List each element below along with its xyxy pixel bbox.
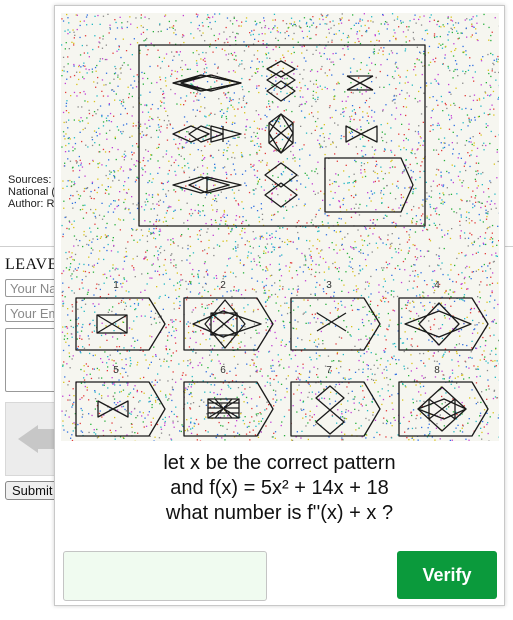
option-number-4: 4: [434, 280, 440, 291]
reload-arrow-icon: [18, 425, 38, 453]
answer-input[interactable]: [63, 551, 267, 601]
verify-button[interactable]: Verify: [397, 551, 497, 599]
grid-cell-3-3-missing: [324, 157, 414, 213]
grid-cell-3-2: [264, 162, 298, 208]
option-number-5: 5: [113, 365, 119, 376]
grid-cell-2-1: [172, 125, 242, 143]
grid-cell-1-2: [266, 60, 296, 102]
option-number-3: 3: [326, 280, 332, 291]
captcha-question: let x be the correct pattern and f(x) = …: [55, 451, 504, 526]
captcha-modal: 1 2 3 4 5 6 7 8 let x be the correct pattern an…: [54, 5, 505, 606]
grid-cell-1-1: [172, 74, 242, 92]
leave-reply-heading: LEAVE: [5, 256, 58, 273]
option-4-shape: [398, 297, 489, 351]
option-number-6: 6: [220, 365, 226, 376]
option-3-shape: [290, 297, 381, 351]
sources-label: Sources:: [8, 174, 52, 186]
noise-layer: [61, 13, 499, 441]
option-7-shape: [290, 381, 381, 437]
question-line-1: let x be the correct pattern: [163, 452, 396, 474]
grid-cell-2-2: [268, 113, 294, 154]
option-number-2: 2: [220, 280, 226, 291]
option-number-1: 1: [113, 280, 119, 291]
option-2-shape: [183, 297, 274, 351]
grid-cell-3-1: [172, 176, 242, 194]
question-line-3: what number is f''(x) + x ?: [165, 502, 394, 524]
option-6-shape: [183, 381, 274, 437]
option-number-8: 8: [434, 365, 440, 376]
pattern-puzzle-image: 1 2 3 4 5 6 7 8: [61, 13, 499, 441]
option-number-7: 7: [326, 365, 332, 376]
national-label: National (: [8, 186, 56, 198]
question-line-2: and f(x) = 5x² + 14x + 18: [170, 477, 389, 499]
author-label: Author: R: [8, 198, 55, 210]
